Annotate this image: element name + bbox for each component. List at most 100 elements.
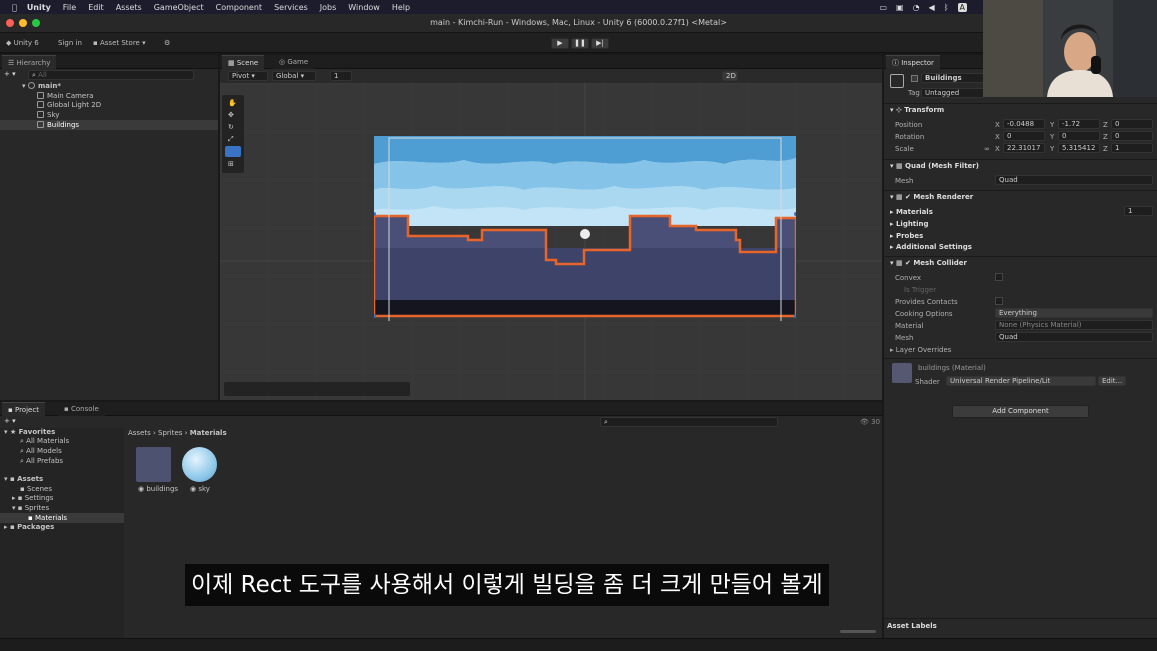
pivot-dropdown[interactable]: Pivot ▾: [228, 71, 268, 81]
folder-materials[interactable]: ▪ Materials: [28, 514, 67, 522]
bluetooth-icon[interactable]: ᛒ: [944, 3, 949, 12]
position-y-field[interactable]: -1.72: [1058, 119, 1100, 129]
asset-sky-label[interactable]: ◉ sky: [190, 485, 210, 493]
scale-tool-icon[interactable]: ⤢: [228, 135, 234, 144]
hierarchy-item-buildings[interactable]: Buildings: [37, 121, 79, 129]
menu-edit[interactable]: Edit: [88, 3, 104, 12]
display-icon[interactable]: ▣: [896, 3, 904, 12]
asset-buildings-thumb[interactable]: [136, 447, 171, 482]
scale-z-field[interactable]: 1: [1111, 143, 1153, 153]
rotation-z-field[interactable]: 0: [1111, 131, 1153, 141]
fav-all-prefabs[interactable]: ⌕ All Prefabs: [20, 457, 63, 466]
hierarchy-search-input[interactable]: ⌕ All: [28, 70, 194, 80]
breadcrumb-materials[interactable]: Materials: [190, 429, 227, 437]
add-component-button[interactable]: Add Component: [952, 405, 1089, 418]
shader-edit-button[interactable]: Edit...: [1098, 376, 1126, 386]
screen-record-icon[interactable]: ▭: [879, 3, 887, 12]
hand-tool-icon[interactable]: ✋: [228, 99, 237, 107]
cooking-options-dropdown[interactable]: Everything: [995, 308, 1153, 318]
active-checkbox[interactable]: [911, 75, 918, 82]
scene-root-main[interactable]: ▾ main*: [22, 82, 61, 90]
folder-settings[interactable]: ▸ ▪ Settings: [12, 494, 53, 502]
asset-store-button[interactable]: ▪ Asset Store ▾: [93, 39, 146, 47]
pivot-handle[interactable]: [580, 229, 590, 239]
provides-contacts-checkbox[interactable]: [995, 297, 1003, 305]
position-x-field[interactable]: -0.0488: [1003, 119, 1045, 129]
tab-console[interactable]: ▪ Console: [58, 402, 105, 416]
mesh-collider-header[interactable]: ▾ ▦ ✔ Mesh Collider: [890, 259, 967, 267]
object-name-field[interactable]: Buildings: [921, 73, 985, 83]
shader-dropdown[interactable]: Universal Render Pipeline/Lit: [946, 376, 1096, 386]
tab-project[interactable]: ▪ Project: [2, 402, 45, 416]
packages-foldout[interactable]: ▸ ▪ Packages: [4, 523, 54, 531]
mesh-renderer-header[interactable]: ▾ ▦ ✔ Mesh Renderer: [890, 193, 973, 201]
hierarchy-item-global-light[interactable]: Global Light 2D: [37, 101, 101, 109]
assets-foldout[interactable]: ▾ ▪ Assets: [4, 475, 43, 483]
scale-x-field[interactable]: 22.31017: [1003, 143, 1045, 153]
transform-tool-icon[interactable]: ⊞: [228, 160, 234, 168]
menu-assets[interactable]: Assets: [116, 3, 142, 12]
create-plus-button[interactable]: + ▾: [4, 70, 16, 78]
menu-window[interactable]: Window: [348, 3, 380, 12]
position-z-field[interactable]: 0: [1111, 119, 1153, 129]
menu-jobs[interactable]: Jobs: [320, 3, 337, 12]
rotate-tool-icon[interactable]: ↻: [228, 123, 234, 131]
hierarchy-item-sky[interactable]: Sky: [37, 111, 59, 119]
rect-tool-icon[interactable]: [225, 146, 241, 157]
transform-header[interactable]: ▾ ⊹ Transform: [890, 106, 944, 114]
fav-all-materials[interactable]: ⌕ All Materials: [20, 437, 69, 446]
collider-material-field[interactable]: None (Physics Material): [995, 320, 1153, 330]
asset-labels-header[interactable]: Asset Labels: [887, 622, 937, 630]
mesh-filter-header[interactable]: ▾ ▦ Quad (Mesh Filter): [890, 162, 979, 170]
menu-file[interactable]: File: [63, 3, 76, 12]
materials-foldout[interactable]: ▸ Materials: [890, 208, 933, 216]
rotation-x-field[interactable]: 0: [1003, 131, 1045, 141]
wifi-icon[interactable]: ◔: [913, 3, 920, 12]
volume-icon[interactable]: ◀: [929, 3, 935, 12]
move-tool-icon[interactable]: ✥: [228, 111, 234, 119]
snap-increment-field[interactable]: 1: [330, 71, 352, 81]
menu-services[interactable]: Services: [274, 3, 308, 12]
rotation-y-field[interactable]: 0: [1058, 131, 1100, 141]
tab-hierarchy[interactable]: ☰ Hierarchy: [2, 55, 57, 69]
menu-app-unity[interactable]: Unity: [27, 3, 51, 12]
tab-game[interactable]: ◎ Game: [273, 55, 315, 69]
fav-all-models[interactable]: ⌕ All Models: [20, 447, 62, 456]
breadcrumb-assets[interactable]: Assets: [128, 429, 151, 437]
mesh-filter-mesh-field[interactable]: Quad: [995, 175, 1153, 185]
tab-scene[interactable]: ▦ Scene: [222, 55, 265, 69]
unity-account-button[interactable]: ◆ Unity 6: [6, 39, 39, 47]
breadcrumb-sprites[interactable]: Sprites: [158, 429, 182, 437]
2d-mode-toggle[interactable]: 2D: [722, 71, 738, 81]
global-dropdown[interactable]: Global ▾: [272, 71, 316, 81]
input-source-icon[interactable]: A: [957, 2, 967, 12]
convex-checkbox[interactable]: [995, 273, 1003, 281]
folder-sprites[interactable]: ▾ ▪ Sprites: [12, 504, 49, 512]
tab-inspector[interactable]: ⓘ Inspector: [886, 55, 940, 69]
pause-button[interactable]: ❚❚: [571, 38, 589, 49]
tag-dropdown[interactable]: Untagged: [921, 88, 985, 98]
asset-buildings-label[interactable]: ◉ buildings: [138, 485, 178, 493]
thumbnail-size-slider[interactable]: [840, 630, 876, 633]
asset-sky-thumb[interactable]: [182, 447, 217, 482]
scale-y-field[interactable]: 5.315412: [1058, 143, 1100, 153]
menu-gameobject[interactable]: GameObject: [154, 3, 204, 12]
lighting-foldout[interactable]: ▸ Lighting: [890, 220, 929, 228]
additional-settings-foldout[interactable]: ▸ Additional Settings: [890, 243, 972, 251]
settings-gear-icon[interactable]: ⚙: [164, 39, 170, 47]
probes-foldout[interactable]: ▸ Probes: [890, 232, 923, 240]
collider-mesh-field[interactable]: Quad: [995, 332, 1153, 342]
project-search-input[interactable]: ⌕: [600, 417, 778, 427]
step-button[interactable]: ▶|: [591, 38, 609, 49]
menu-help[interactable]: Help: [392, 3, 410, 12]
materials-count-field[interactable]: 1: [1124, 206, 1153, 216]
play-button[interactable]: ▶: [551, 38, 569, 49]
folder-scenes[interactable]: ▪ Scenes: [20, 485, 52, 493]
favorites-foldout[interactable]: ▾ ★ Favorites: [4, 428, 55, 436]
scale-link-icon[interactable]: ∞: [984, 145, 990, 153]
hierarchy-item-main-camera[interactable]: Main Camera: [37, 92, 93, 100]
layer-overrides-foldout[interactable]: ▸ Layer Overrides: [890, 346, 951, 354]
menu-component[interactable]: Component: [216, 3, 262, 12]
sign-in-button[interactable]: Sign in: [58, 39, 82, 47]
apple-icon[interactable]: : [12, 3, 17, 12]
